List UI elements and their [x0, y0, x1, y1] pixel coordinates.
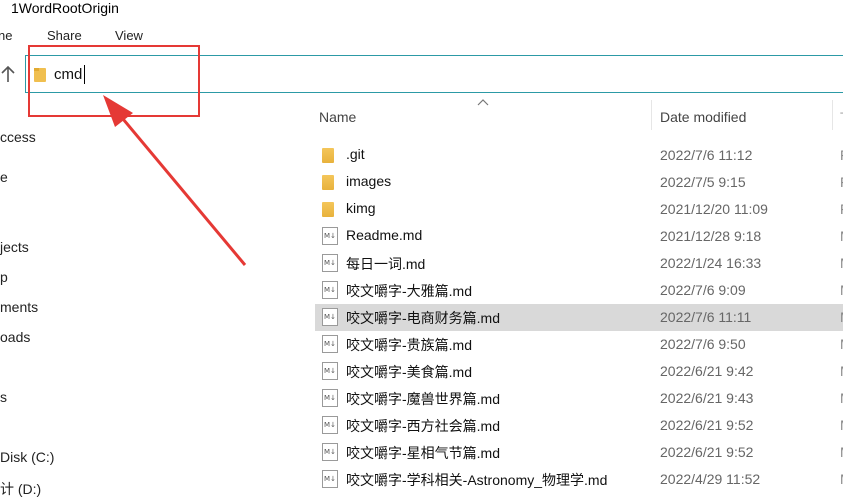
file-date: 2021/12/28 9:18	[660, 228, 762, 244]
ribbon-tab-home[interactable]: ne	[0, 28, 12, 43]
file-name: 咬文嚼字-大雅篇.md	[346, 283, 472, 299]
file-name: 咬文嚼字-贵族篇.md	[346, 337, 472, 353]
markdown-file-icon: M↓	[322, 308, 338, 326]
markdown-file-icon: M↓	[322, 416, 338, 434]
file-name: Readme.md	[346, 227, 423, 243]
column-divider[interactable]	[832, 100, 833, 130]
file-row[interactable]: M↓ 咬文嚼字-美食篇.md 2022/6/21 9:42 M	[315, 358, 843, 385]
file-name: kimg	[346, 200, 376, 216]
column-header-name[interactable]: Name	[319, 109, 356, 125]
markdown-file-icon: M↓	[322, 362, 338, 380]
ribbon-tab-share[interactable]: Share	[47, 28, 82, 43]
file-row[interactable]: images 2022/7/5 9:15 F	[315, 169, 843, 196]
column-divider[interactable]	[651, 100, 652, 130]
file-name: 每日一词.md	[346, 256, 426, 272]
markdown-file-icon: M↓	[322, 470, 338, 488]
file-name: .git	[346, 146, 365, 162]
column-header-date-modified[interactable]: Date modified	[660, 109, 746, 125]
file-row[interactable]: M↓ 咬文嚼字-贵族篇.md 2022/7/6 9:50 M	[315, 331, 843, 358]
file-date: 2022/6/21 9:52	[660, 444, 754, 460]
nav-item-onedrive[interactable]: e	[0, 169, 8, 185]
file-date: 2022/6/21 9:52	[660, 417, 754, 433]
markdown-file-icon: M↓	[322, 443, 338, 461]
markdown-file-icon: M↓	[322, 281, 338, 299]
file-date: 2022/6/21 9:42	[660, 363, 754, 379]
file-row[interactable]: M↓ 咬文嚼字-大雅篇.md 2022/7/6 9:09 M	[315, 277, 843, 304]
file-date: 2022/1/24 16:33	[660, 255, 762, 271]
file-row[interactable]: M↓ 咬文嚼字-魔兽世界篇.md 2022/6/21 9:43 M	[315, 385, 843, 412]
file-row[interactable]: M↓ 咬文嚼字-西方社会篇.md 2022/6/21 9:52 M	[315, 412, 843, 439]
file-row[interactable]: .git 2022/7/6 11:12 F	[315, 142, 843, 169]
file-date: 2022/7/6 11:11	[660, 309, 752, 325]
file-date: 2022/6/21 9:43	[660, 390, 754, 406]
file-name: 咬文嚼字-学科相关-Astronomy_物理学.md	[346, 472, 608, 488]
markdown-file-icon: M↓	[322, 335, 338, 353]
file-row[interactable]: M↓ 咬文嚼字-学科相关-Astronomy_物理学.md 2022/4/29 …	[315, 466, 843, 493]
nav-item-quick-access[interactable]: ccess	[0, 129, 36, 145]
file-name: 咬文嚼字-电商财务篇.md	[346, 310, 500, 326]
file-row-selected[interactable]: M↓ 咬文嚼字-电商财务篇.md 2022/7/6 11:11 M	[315, 304, 843, 331]
window-title: 1WordRootOrigin	[11, 0, 119, 16]
nav-item-desktop[interactable]: p	[0, 269, 8, 285]
file-date: 2022/7/6 9:09	[660, 282, 746, 298]
nav-item-local-disk-c[interactable]: Disk (C:)	[0, 449, 54, 465]
file-date: 2022/4/29 11:52	[660, 471, 761, 487]
folder-icon	[322, 175, 334, 190]
folder-icon	[322, 148, 334, 163]
markdown-file-icon: M↓	[322, 227, 338, 245]
nav-item-videos[interactable]: s	[0, 389, 7, 405]
nav-item-documents[interactable]: ments	[0, 299, 38, 315]
ribbon-tab-view[interactable]: View	[115, 28, 143, 43]
file-date: 2021/12/20 11:09	[660, 201, 768, 217]
up-arrow-icon[interactable]	[0, 64, 16, 84]
file-name: images	[346, 173, 392, 189]
file-date: 2022/7/6 11:12	[660, 147, 753, 163]
file-row[interactable]: M↓ 咬文嚼字-星相气节篇.md 2022/6/21 9:52 M	[315, 439, 843, 466]
markdown-file-icon: M↓	[322, 389, 338, 407]
file-row[interactable]: M↓ Readme.md 2021/12/28 9:18 M	[315, 223, 843, 250]
file-name: 咬文嚼字-西方社会篇.md	[346, 418, 500, 434]
folder-icon	[322, 202, 334, 217]
nav-item-disk-d[interactable]: 计 (D:)	[0, 479, 41, 499]
sort-ascending-icon	[477, 99, 489, 106]
nav-item-downloads[interactable]: oads	[0, 329, 30, 345]
nav-item-3d-objects[interactable]: jects	[0, 239, 29, 255]
file-row[interactable]: kimg 2021/12/20 11:09 F	[315, 196, 843, 223]
file-name: 咬文嚼字-星相气节篇.md	[346, 445, 500, 461]
file-name: 咬文嚼字-美食篇.md	[346, 364, 472, 380]
file-date: 2022/7/5 9:15	[660, 174, 746, 190]
file-row[interactable]: M↓ 每日一词.md 2022/1/24 16:33 M	[315, 250, 843, 277]
highlight-box	[28, 45, 200, 117]
file-date: 2022/7/6 9:50	[660, 336, 746, 352]
markdown-file-icon: M↓	[322, 254, 338, 272]
pointer-arrow-annotation	[103, 95, 247, 266]
file-name: 咬文嚼字-魔兽世界篇.md	[346, 391, 500, 407]
